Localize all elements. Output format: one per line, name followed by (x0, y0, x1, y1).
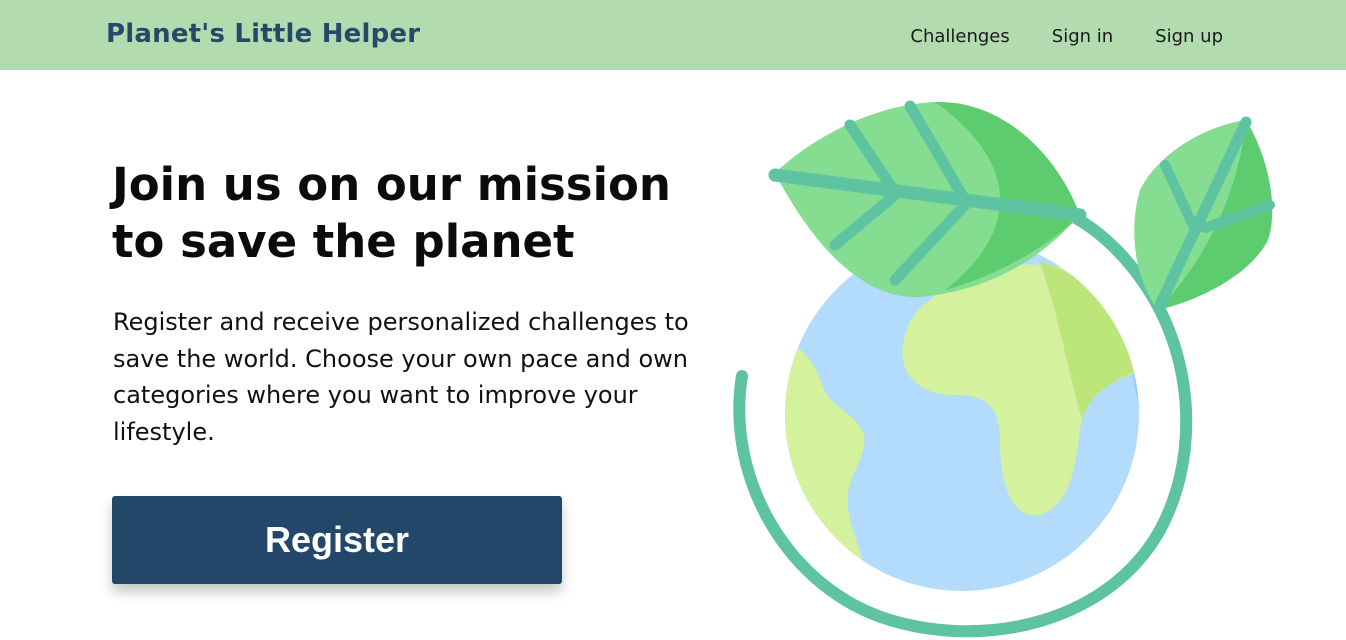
nav-link-sign-up[interactable]: Sign up (1155, 26, 1223, 47)
nav-link-sign-in[interactable]: Sign in (1052, 26, 1113, 47)
hero-description: Register and receive personalized challe… (113, 308, 689, 446)
top-navbar: Planet's Little Helper Challenges Sign i… (0, 0, 1346, 70)
nav-link-challenges[interactable]: Challenges (910, 26, 1009, 47)
hero-title: Join us on our mission to save the plane… (112, 158, 671, 268)
register-button[interactable]: Register (112, 496, 562, 584)
brand-logo-link[interactable]: Planet's Little Helper (106, 19, 420, 49)
earth-with-leaves-icon (733, 100, 1275, 638)
nav-links: Challenges Sign in Sign up (910, 26, 1223, 47)
